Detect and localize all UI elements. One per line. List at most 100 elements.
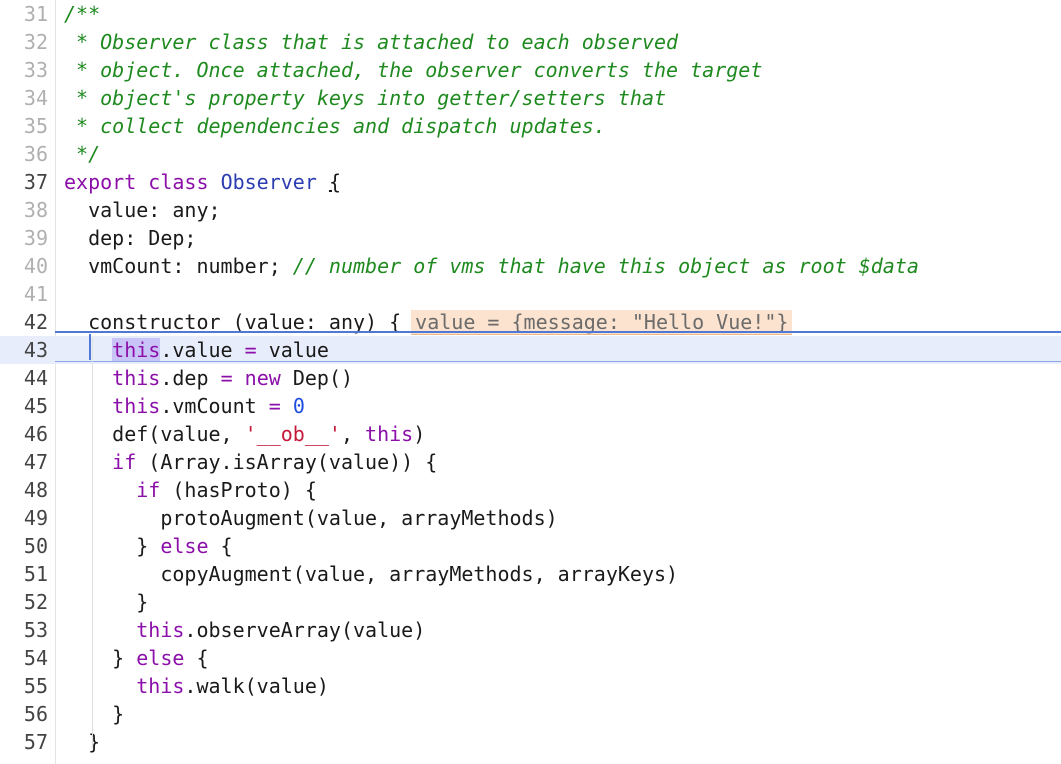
code-line[interactable]: 57 } [0, 728, 1061, 756]
line-number[interactable]: 51 [0, 560, 48, 588]
code-text[interactable]: protoAugment(value, arrayMethods) [64, 504, 558, 532]
code-line[interactable]: 31 /** [0, 0, 1061, 28]
code-text[interactable]: this.walk(value) [64, 672, 329, 700]
code-text[interactable]: } [64, 728, 100, 756]
line-number[interactable]: 32 [0, 28, 48, 56]
code-line[interactable]: 34 * object's property keys into getter/… [0, 84, 1061, 112]
code-text[interactable]: copyAugment(value, arrayMethods, arrayKe… [64, 560, 678, 588]
line-number[interactable]: 33 [0, 56, 48, 84]
line-number[interactable]: 40 [0, 252, 48, 280]
code-line[interactable]: 33 * object. Once attached, the observer… [0, 56, 1061, 84]
token-kw: else [160, 534, 209, 558]
code-text[interactable]: * collect dependencies and dispatch upda… [64, 112, 606, 140]
line-number[interactable]: 53 [0, 616, 48, 644]
line-number[interactable]: 47 [0, 448, 48, 476]
code-text[interactable]: */ [64, 140, 100, 168]
code-line[interactable]: 45 this.vmCount = 0 [0, 392, 1061, 420]
token-text: { [208, 534, 233, 558]
code-line[interactable]: 56 } [0, 700, 1061, 728]
code-text[interactable]: if (Array.isArray(value)) { [64, 448, 437, 476]
code-line[interactable]: 50 } else { [0, 532, 1061, 560]
token-kw: if [136, 478, 161, 502]
code-line[interactable]: 41 [0, 280, 1061, 308]
line-number[interactable]: 50 [0, 532, 48, 560]
line-number[interactable]: 37 [0, 168, 48, 196]
code-line[interactable]: 53 this.observeArray(value) [0, 616, 1061, 644]
code-text[interactable]: * object. Once attached, the observer co… [64, 56, 762, 84]
token-text: } [64, 646, 137, 670]
line-number[interactable]: 39 [0, 224, 48, 252]
line-number[interactable]: 31 [0, 0, 48, 28]
code-text[interactable]: * object's property keys into getter/set… [64, 84, 666, 112]
line-number[interactable]: 56 [0, 700, 48, 728]
code-text[interactable]: this.value = value [64, 336, 329, 364]
line-number[interactable]: 34 [0, 84, 48, 112]
code-line[interactable]: 36 */ [0, 140, 1061, 168]
token-comment: /** [64, 2, 101, 26]
code-line[interactable]: 46 def(value, '__ob__', this) [0, 420, 1061, 448]
code-line[interactable]: 47 if (Array.isArray(value)) { [0, 448, 1061, 476]
line-number[interactable]: 52 [0, 588, 48, 616]
code-line[interactable]: 37 export class Observer { [0, 168, 1061, 196]
token-kw: class [148, 170, 209, 194]
line-number[interactable]: 55 [0, 672, 48, 700]
code-line[interactable]: 40 vmCount: number; // number of vms tha… [0, 252, 1061, 280]
line-number[interactable]: 43 [0, 336, 48, 364]
token-kw: else [136, 646, 185, 670]
code-line[interactable]: 44 this.dep = new Dep() [0, 364, 1061, 392]
matched-brace: { [328, 170, 341, 194]
line-number[interactable]: 41 [0, 280, 48, 308]
code-line[interactable]: 38 value: any; [0, 196, 1061, 224]
token-kw: if [112, 450, 137, 474]
line-number[interactable]: 35 [0, 112, 48, 140]
code-text[interactable]: def(value, '__ob__', this) [64, 420, 425, 448]
code-text[interactable]: dep: Dep; [64, 224, 196, 252]
token-text: value [256, 338, 329, 362]
code-line[interactable]: 51 copyAugment(value, arrayMethods, arra… [0, 560, 1061, 588]
code-text[interactable]: export class Observer { [64, 168, 341, 196]
code-text[interactable]: } else { [64, 644, 208, 672]
line-number[interactable]: 49 [0, 504, 48, 532]
line-number[interactable]: 38 [0, 196, 48, 224]
code-text[interactable]: this.vmCount = 0 [64, 392, 305, 420]
line-number[interactable]: 42 [0, 308, 48, 336]
token-comment: // number of vms that have this object a… [292, 254, 919, 278]
token-text: , [340, 422, 366, 446]
token-op: = [220, 366, 233, 390]
token-kw: new [244, 366, 281, 390]
code-text[interactable]: if (hasProto) { [64, 476, 317, 504]
code-line[interactable]: 52 } [0, 588, 1061, 616]
token-op: = [244, 338, 257, 362]
line-number[interactable]: 48 [0, 476, 48, 504]
token-text: protoAugment(value, arrayMethods) [64, 506, 558, 530]
code-text[interactable]: } [64, 700, 124, 728]
line-number[interactable]: 57 [0, 728, 48, 756]
code-text[interactable]: vmCount: number; // number of vms that h… [64, 252, 919, 280]
code-text[interactable]: } else { [64, 532, 233, 560]
current-code-line[interactable]: 43 this.value = value [0, 336, 1061, 364]
code-editor[interactable]: 31/** 32 * Observer class that is attache… [0, 0, 1061, 764]
code-line[interactable]: 54 } else { [0, 644, 1061, 672]
line-number[interactable]: 44 [0, 364, 48, 392]
code-text[interactable]: this.observeArray(value) [64, 616, 425, 644]
code-line[interactable]: 39 dep: Dep; [0, 224, 1061, 252]
line-number[interactable]: 46 [0, 420, 48, 448]
code-text[interactable]: } [64, 588, 148, 616]
code-text[interactable]: * Observer class that is attached to eac… [64, 28, 678, 56]
line-number[interactable]: 54 [0, 644, 48, 672]
token-comment: */ [64, 142, 101, 166]
code-line[interactable]: 49 protoAugment(value, arrayMethods) [0, 504, 1061, 532]
line-number[interactable]: 36 [0, 140, 48, 168]
code-line[interactable]: 48 if (hasProto) { [0, 476, 1061, 504]
token-text: .observeArray(value) [184, 618, 426, 642]
code-line[interactable]: 55 this.walk(value) [0, 672, 1061, 700]
code-line[interactable]: 35 * collect dependencies and dispatch u… [0, 112, 1061, 140]
code-text[interactable]: /** [64, 0, 100, 28]
code-text[interactable]: value: any; [64, 196, 220, 224]
code-line[interactable]: 32 * Observer class that is attached to … [0, 28, 1061, 56]
line-number[interactable]: 45 [0, 392, 48, 420]
code-text[interactable]: this.dep = new Dep() [64, 364, 353, 392]
